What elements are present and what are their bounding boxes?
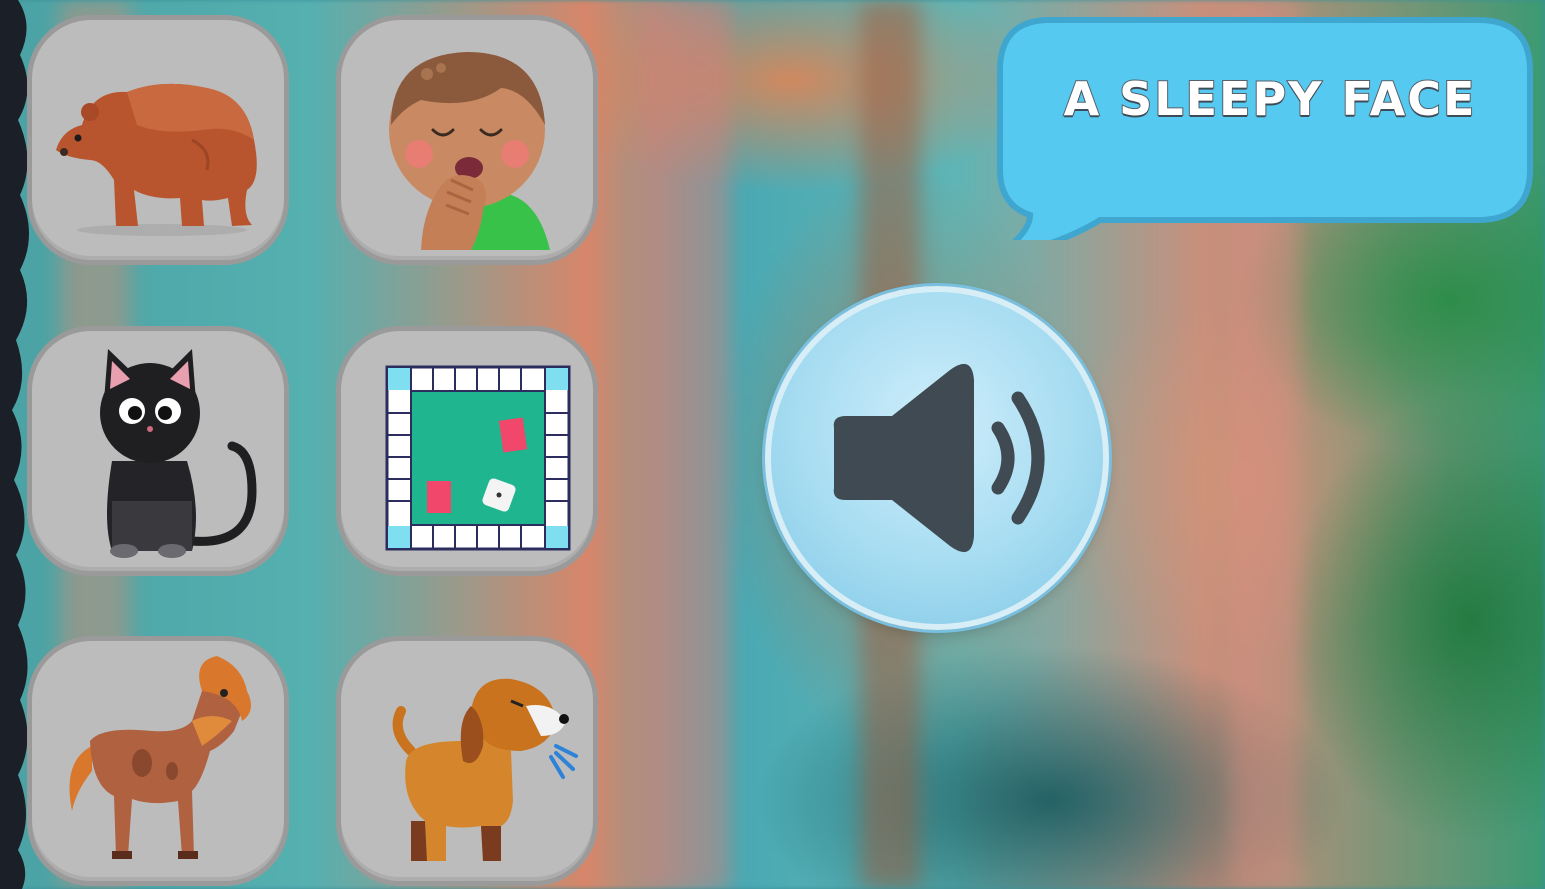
board-game-icon xyxy=(385,365,571,551)
sleepy-face-tile[interactable] xyxy=(336,15,598,265)
cat-icon xyxy=(100,349,257,558)
horse-tile[interactable] xyxy=(27,636,289,886)
dog-icon xyxy=(392,678,578,861)
bear-icon xyxy=(56,83,257,236)
prompt-text: A SLEEPY FACE xyxy=(1063,71,1477,127)
sleepy-face-icon xyxy=(389,52,550,250)
speaker-icon xyxy=(833,363,1045,553)
bear-tile[interactable] xyxy=(27,15,289,265)
dog-tile[interactable] xyxy=(336,636,598,886)
board-game-tile[interactable] xyxy=(336,326,598,576)
horse-icon xyxy=(69,656,251,859)
cat-tile[interactable] xyxy=(27,326,289,576)
play-sound-button[interactable] xyxy=(765,286,1109,630)
